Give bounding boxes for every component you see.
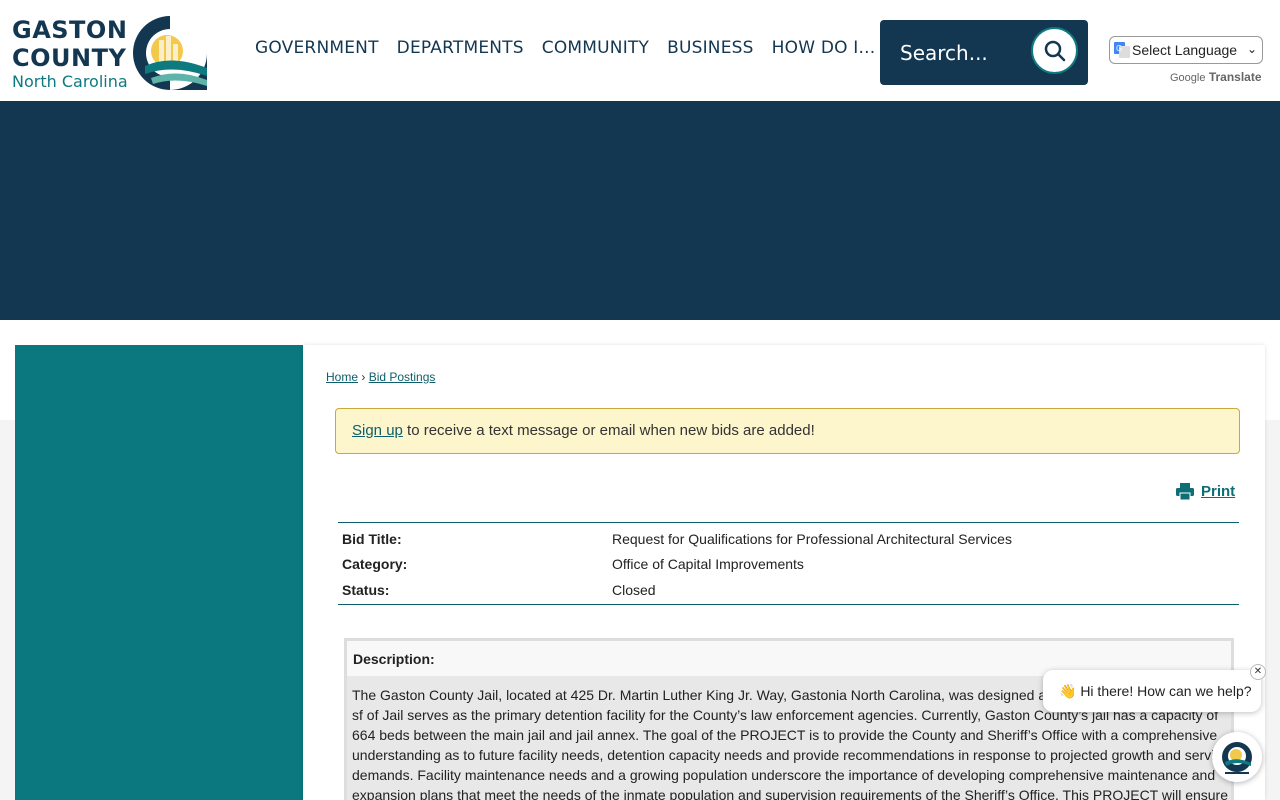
search-icon [1044, 40, 1065, 61]
logo-line-2: COUNTY [12, 44, 127, 72]
search-box [880, 20, 1088, 85]
bid-category-label: Category: [342, 556, 408, 572]
nav-how-do-i[interactable]: HOW DO I... [772, 38, 876, 58]
google-translate-icon: G [1114, 42, 1130, 58]
translate-link[interactable]: Translate [1209, 70, 1262, 84]
chatbot-launcher[interactable] [1212, 732, 1262, 782]
breadcrumb-home[interactable]: Home [326, 370, 358, 384]
bid-category-value: Office of Capital Improvements [612, 556, 804, 572]
alert-text: to receive a text message or email when … [402, 422, 815, 439]
main-nav: GOVERNMENT DEPARTMENTS COMMUNITY BUSINES… [255, 38, 893, 58]
signup-link[interactable]: Sign up [352, 422, 403, 439]
bid-title-label: Bid Title: [342, 531, 402, 547]
sidebar [15, 345, 303, 800]
breadcrumb: Home › Bid Postings [326, 370, 435, 384]
search-input[interactable] [898, 36, 1032, 70]
description-panel: Description: The Gaston County Jail, loc… [344, 638, 1234, 800]
powered-by-google: Google Translate [1170, 70, 1262, 84]
language-select-label: Select Language [1132, 42, 1238, 58]
chevron-down-icon: ⌄ [1246, 42, 1257, 56]
language-select[interactable]: G Select Language ⌄ [1109, 36, 1263, 64]
nav-business[interactable]: BUSINESS [667, 38, 754, 58]
chat-greeting-bubble[interactable]: 👋 Hi there! How can we help? ✕ [1043, 664, 1266, 712]
gaston-county-logo[interactable]: GASTON COUNTY North Carolina [10, 12, 210, 92]
signup-alert: Sign up to receive a text message or ema… [335, 408, 1240, 454]
breadcrumb-separator: › [361, 370, 366, 384]
google-wordmark: Google [1170, 72, 1206, 84]
svg-text:G: G [1116, 44, 1122, 53]
printer-icon [1176, 483, 1194, 500]
search-button[interactable] [1031, 27, 1078, 74]
print-button[interactable]: Print [1176, 483, 1235, 500]
nav-government[interactable]: GOVERNMENT [255, 38, 379, 58]
breadcrumb-bid-postings[interactable]: Bid Postings [369, 370, 436, 384]
bid-title-value: Request for Qualifications for Professio… [612, 531, 1012, 547]
bid-info-table: Bid Title: Request for Qualifications fo… [338, 522, 1239, 605]
google-translate: G Select Language ⌄ [1109, 36, 1265, 66]
chat-greeting-text: 👋 Hi there! How can we help? [1059, 683, 1252, 699]
logo-line-1: GASTON [12, 16, 128, 44]
bid-status-value: Closed [612, 582, 656, 598]
chat-close-button[interactable]: ✕ [1250, 664, 1266, 680]
nav-community[interactable]: COMMUNITY [542, 38, 649, 58]
hero-banner [0, 101, 1280, 320]
logo-line-3: North Carolina [12, 72, 128, 91]
print-label: Print [1201, 483, 1236, 500]
nav-departments[interactable]: DEPARTMENTS [397, 38, 524, 58]
chatbot-logo-icon [1222, 742, 1252, 774]
site-header: GASTON COUNTY North Carolina GOVERNMENT … [0, 0, 1280, 101]
bid-status-label: Status: [342, 582, 390, 598]
county-emblem-icon [133, 16, 207, 90]
